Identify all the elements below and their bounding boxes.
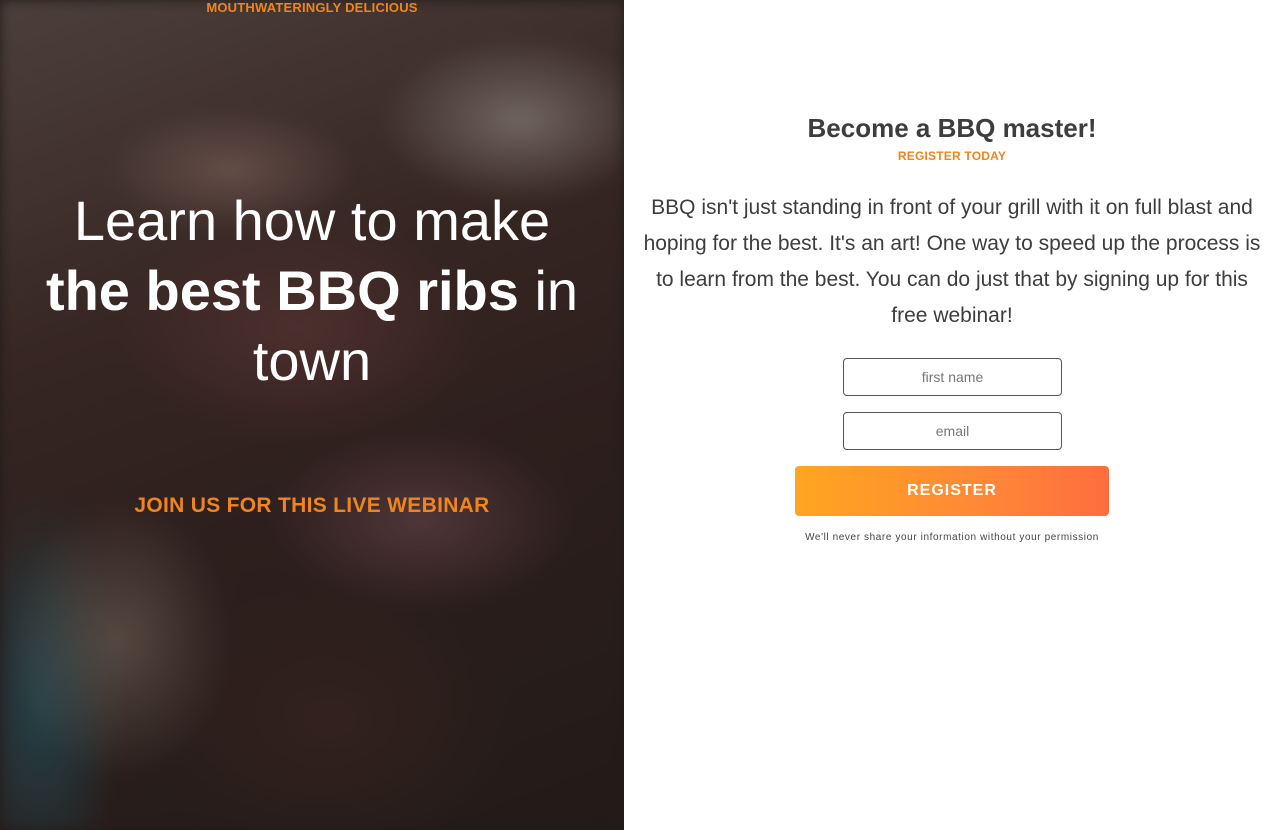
first-name-field[interactable] <box>843 358 1062 396</box>
hero-overlay <box>0 0 624 830</box>
hero-title: Learn how to make the best BBQ ribs in t… <box>30 186 594 396</box>
privacy-note: We'll never share your information witho… <box>805 532 1099 543</box>
registration-panel: Become a BBQ master! REGISTER TODAY BBQ … <box>624 0 1280 830</box>
hero-section: MOUTHWATERINGLY DELICIOUS Learn how to m… <box>0 0 624 830</box>
form-description: BBQ isn't just standing in front of your… <box>643 196 1261 327</box>
email-field[interactable] <box>843 412 1062 450</box>
form-heading: Become a BBQ master! <box>807 113 1097 143</box>
register-button[interactable]: REGISTER <box>795 466 1109 516</box>
hero-eyebrow: MOUTHWATERINGLY DELICIOUS <box>206 0 418 15</box>
hero-title-lead: Learn how to make <box>73 189 551 252</box>
webinar-cta: JOIN US FOR THIS LIVE WEBINAR <box>134 494 490 517</box>
hero-title-bold: the best BBQ ribs <box>45 259 519 322</box>
landing-page: MOUTHWATERINGLY DELICIOUS Learn how to m… <box>0 0 1280 830</box>
form-subheading: REGISTER TODAY <box>897 149 1007 163</box>
